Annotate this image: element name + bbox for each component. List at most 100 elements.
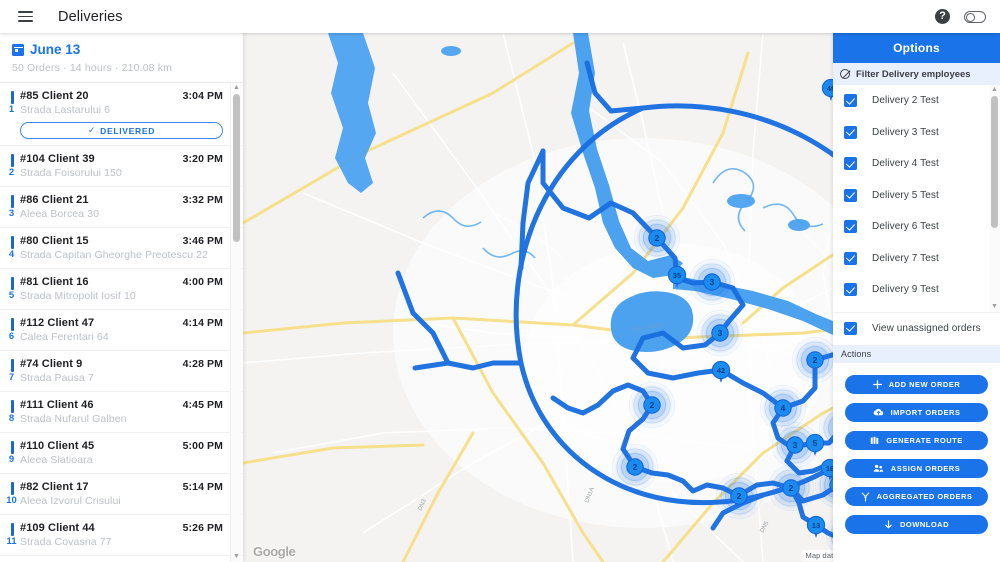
employee-label: Delivery 3 Test — [872, 126, 939, 138]
block-circle-icon — [840, 69, 850, 79]
order-header-row: #86 Client 21 3:32 PM — [20, 194, 223, 206]
action-button-add-new-order[interactable]: ADD NEW ORDER — [845, 375, 988, 394]
selected-date: June 13 — [30, 42, 81, 57]
calendar-icon — [12, 43, 24, 56]
unassigned-label: View unassigned orders — [872, 323, 981, 334]
map-cluster-marker[interactable]: 3 — [786, 436, 804, 454]
marker-label: 3 — [718, 328, 723, 338]
employee-checkbox[interactable] — [844, 125, 857, 139]
order-list-item[interactable]: 1 #85 Client 20 3:04 PM Strada Lastarului 6… — [0, 83, 243, 146]
employee-checkbox[interactable] — [844, 251, 857, 265]
order-list-scroll[interactable]: 1 #85 Client 20 3:04 PM Strada Lastarului 6… — [0, 82, 243, 562]
scroll-down-arrow[interactable]: ▼ — [233, 553, 241, 561]
options-scroll-thumb[interactable] — [991, 96, 998, 228]
employee-filter-row[interactable]: Delivery 2 Test — [833, 85, 1000, 117]
map-cluster-marker[interactable]: 2 — [782, 479, 800, 497]
employee-checkbox[interactable] — [844, 94, 857, 108]
order-header-row: #82 Client 17 5:14 PM — [20, 481, 223, 493]
order-status-badge[interactable]: ✓ DELIVERED — [20, 122, 223, 139]
map-cluster-marker[interactable]: 2 — [643, 396, 661, 414]
map-cluster-marker[interactable]: 2 — [730, 487, 748, 505]
order-time: 3:46 PM — [182, 235, 223, 247]
theme-toggle-icon[interactable] — [964, 10, 986, 23]
order-list-item[interactable]: 10 #82 Client 17 5:14 PM Aleea Izvorul Cris… — [0, 474, 243, 515]
map-cluster-marker[interactable]: 3 — [703, 273, 721, 291]
action-button-generate-route[interactable]: GENERATE ROUTE — [845, 431, 988, 450]
unassigned-checkbox[interactable] — [844, 322, 857, 335]
sidebar-scroll-thumb[interactable] — [233, 94, 240, 242]
order-list-item[interactable]: 7 #74 Client 9 4:28 PM Strada Pausa 7 — [0, 351, 243, 392]
order-list-item[interactable]: 11 #109 Client 44 5:26 PM Strada Covasna 77 — [0, 515, 243, 556]
employee-checkbox[interactable] — [844, 220, 857, 234]
order-list-item[interactable]: 12#108 Client 435:39 PMAleea Ciceu 6 — [0, 556, 243, 562]
options-scrollbar[interactable]: ▲ ▼ — [989, 85, 1000, 312]
order-list-item[interactable]: 8 #111 Client 46 4:45 PM Strada Nufarul Gal… — [0, 392, 243, 433]
date-row[interactable]: June 13 — [12, 42, 231, 57]
order-address: Strada Mitropolit Iosif 10 — [20, 290, 136, 302]
check-icon: ✓ — [87, 125, 97, 135]
action-button-import-orders[interactable]: IMPORT ORDERS — [845, 403, 988, 422]
action-button-label: ADD NEW ORDER — [888, 380, 961, 389]
help-icon[interactable]: ? — [935, 9, 950, 24]
marker-label: 3 — [710, 277, 715, 287]
options-panel: Options Filter Delivery employees Delive… — [833, 33, 1000, 562]
order-time: 3:04 PM — [182, 90, 223, 102]
order-list-item[interactable]: 9 #110 Client 45 5:00 PM Aleea Slatioara — [0, 433, 243, 474]
employee-filter-row[interactable]: Delivery 6 Test — [833, 211, 1000, 243]
order-time: 3:32 PM — [182, 194, 223, 206]
options-scroll-up-arrow[interactable]: ▲ — [991, 86, 999, 94]
map-cluster-marker[interactable]: 2 — [648, 229, 666, 247]
employee-checkbox[interactable] — [844, 188, 857, 202]
scroll-up-arrow[interactable]: ▲ — [233, 84, 241, 92]
order-list-item[interactable]: 2 #104 Client 39 3:20 PM Strada Foisorului … — [0, 146, 243, 187]
order-list-item[interactable]: 4 #80 Client 15 3:46 PM Strada Capitan Gheo… — [0, 228, 243, 269]
view-unassigned-orders-row[interactable]: View unassigned orders — [833, 313, 1000, 344]
order-header-row: #80 Client 15 3:46 PM — [20, 235, 223, 247]
employee-filter-list[interactable]: Delivery 2 Test Delivery 3 Test Delivery 4… — [833, 85, 1000, 313]
topbar-actions: ? — [935, 9, 1000, 24]
map-cluster-marker[interactable]: 2 — [806, 351, 824, 369]
action-button-label: DOWNLOAD — [900, 520, 949, 529]
order-accent-bar — [11, 318, 14, 331]
top-app-bar: Deliveries ? — [0, 0, 1000, 33]
order-time: 3:20 PM — [182, 153, 223, 165]
action-button-download[interactable]: DOWNLOAD — [845, 515, 988, 534]
order-address: Strada Capitan Gheorghe Preotescu 22 — [20, 249, 209, 261]
action-button-aggregated-orders[interactable]: AGGREGATED ORDERS — [845, 487, 988, 506]
employee-checkbox[interactable] — [844, 157, 857, 171]
employee-filter-row[interactable]: Delivery 5 Test — [833, 180, 1000, 212]
order-title: #82 Client 17 — [20, 481, 89, 493]
action-button-label: ASSIGN ORDERS — [890, 464, 961, 473]
employee-filter-row[interactable]: Delivery 4 Test — [833, 148, 1000, 180]
options-scroll-down-arrow[interactable]: ▼ — [991, 303, 999, 311]
map-cluster-marker[interactable]: 2 — [626, 458, 644, 476]
map-cluster-marker[interactable]: 4 — [774, 399, 792, 417]
sidebar-scrollbar[interactable]: ▲ ▼ — [230, 83, 241, 562]
delivery-app: Deliveries ? June 13 50 Orders · 14 hour… — [0, 0, 1000, 562]
order-sequence-number: 5 — [8, 290, 15, 301]
filter-employees-header[interactable]: Filter Delivery employees — [833, 63, 1000, 85]
employee-checkbox[interactable] — [844, 283, 857, 297]
order-title: #85 Client 20 — [20, 90, 89, 102]
marker-label: 42 — [717, 366, 725, 375]
date-header: June 13 50 Orders · 14 hours · 210.08 km — [0, 33, 243, 74]
employee-filter-row[interactable]: Delivery 3 Test — [833, 117, 1000, 149]
order-sequence-number: 8 — [8, 413, 15, 424]
order-list-item[interactable]: 5 #81 Client 16 4:00 PM Strada Mitropolit I… — [0, 269, 243, 310]
action-button-assign-orders[interactable]: ASSIGN ORDERS — [845, 459, 988, 478]
order-sequence-number: 6 — [8, 331, 15, 342]
order-list-item[interactable]: 6 #112 Client 47 4:14 PM Calea Ferentari 64 — [0, 310, 243, 351]
marker-label: 13 — [812, 521, 820, 530]
order-time: 4:45 PM — [182, 399, 223, 411]
employee-filter-row[interactable]: Delivery 7 Test — [833, 243, 1000, 275]
people-icon — [873, 464, 884, 473]
hamburger-icon[interactable] — [8, 0, 42, 33]
employee-filter-row[interactable]: Delivery 9 Test — [833, 274, 1000, 306]
employee-label: Delivery 7 Test — [872, 252, 939, 264]
order-list-item[interactable]: 3 #86 Client 21 3:32 PM Aleea Borcea 30 — [0, 187, 243, 228]
actions-header: Actions — [833, 345, 1000, 363]
map-cluster-marker[interactable]: 3 — [711, 324, 729, 342]
order-accent-bar — [11, 277, 14, 290]
options-header: Options — [833, 33, 1000, 63]
order-time: 5:14 PM — [182, 481, 223, 493]
